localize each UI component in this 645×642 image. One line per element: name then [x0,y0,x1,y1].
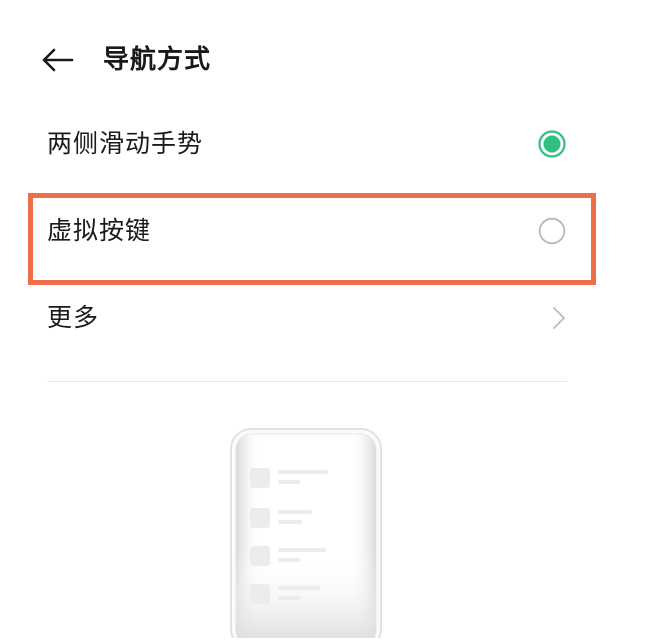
phone-illustration [230,428,382,642]
radio-unselected-icon[interactable] [538,217,566,245]
radio-selected-icon[interactable] [538,130,566,158]
option-label: 更多 [47,303,100,332]
header: 导航方式 [0,30,645,90]
option-virtual-keys[interactable]: 虚拟按键 [0,196,645,266]
option-label: 虚拟按键 [47,216,152,245]
option-gesture-navigation[interactable]: 两侧滑动手势 [0,109,645,179]
phone-preview-icon [230,428,382,642]
divider [47,381,567,382]
back-button[interactable] [40,46,76,74]
page-title: 导航方式 [103,45,212,75]
arrow-left-icon [42,48,74,72]
option-label: 两侧滑动手势 [47,129,204,158]
option-more[interactable]: 更多 [0,283,645,353]
chevron-right-icon [553,307,565,329]
